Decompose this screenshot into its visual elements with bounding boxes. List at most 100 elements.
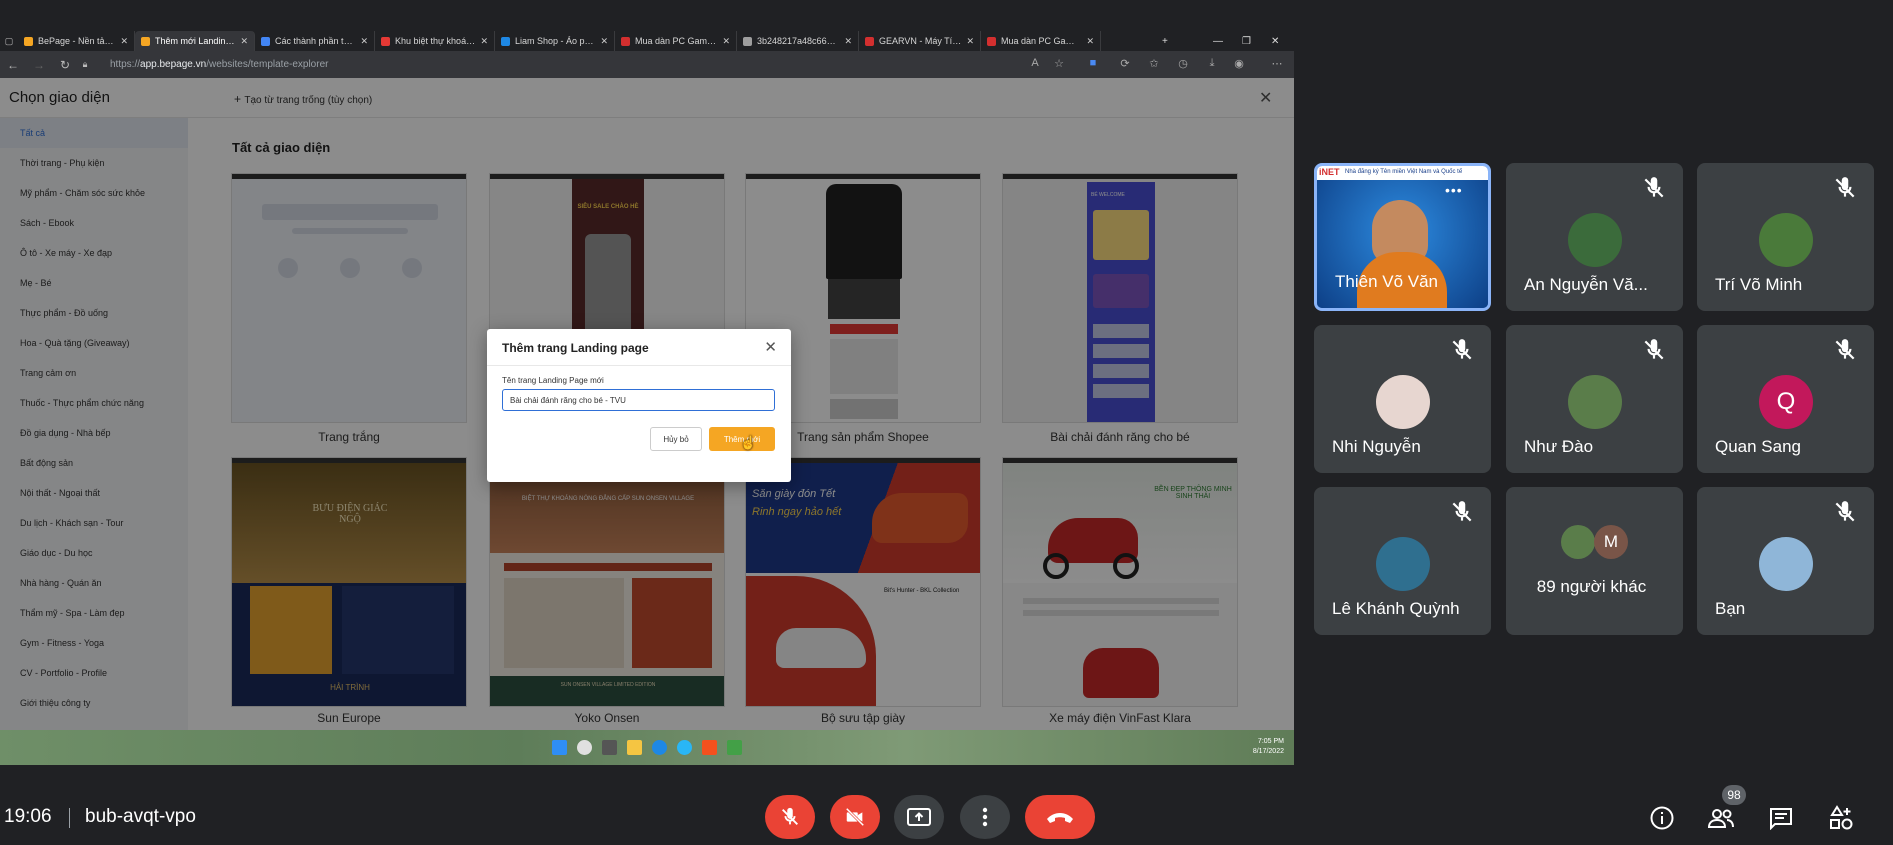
dialog-title: Thêm trang Landing page — [502, 341, 649, 355]
close-tab-icon[interactable]: ✕ — [600, 36, 608, 47]
favicon-icon — [24, 36, 33, 46]
tab-label: Khu biệt thự khoáng n — [395, 36, 476, 46]
telegram-icon[interactable] — [677, 740, 692, 755]
new-tab-button[interactable]: + — [1162, 31, 1168, 51]
webpage: Chọn giao diện + Tạo từ trang trống (tùy… — [0, 78, 1294, 730]
meeting-time: 19:06 — [4, 806, 52, 827]
collections-icon[interactable]: ✩ — [1147, 57, 1161, 71]
more-options-icon[interactable]: ••• — [1445, 182, 1473, 198]
favicon-icon — [381, 36, 390, 46]
more-vert-icon[interactable] — [960, 795, 1010, 839]
field-label: Tên trang Landing Page mới — [502, 376, 604, 385]
participant-tile[interactable]: Trí Võ Minh — [1697, 163, 1874, 311]
chat-icon[interactable] — [1767, 804, 1795, 832]
favicon-icon — [865, 36, 874, 46]
avatar — [1759, 213, 1813, 267]
close-tab-icon[interactable]: ✕ — [240, 36, 248, 47]
mic-off-icon — [1641, 337, 1667, 363]
participant-name: Bạn — [1715, 599, 1746, 618]
browser-tab[interactable]: GEARVN - Máy Tính C ✕ — [859, 31, 981, 51]
close-tab-icon[interactable]: ✕ — [360, 36, 368, 47]
end-call-icon[interactable] — [1025, 795, 1095, 839]
browser-tab[interactable]: Liam Shop - Áo phông ✕ — [495, 31, 615, 51]
mic-off-icon — [1641, 175, 1667, 201]
windows-start-icon[interactable] — [552, 740, 567, 755]
mic-off-icon — [1832, 337, 1858, 363]
history-icon[interactable]: ◷ — [1176, 57, 1190, 71]
tab-label: Mua dàn PC Gaming — [635, 36, 718, 46]
info-icon[interactable] — [1648, 804, 1676, 832]
clock-date: 8/17/2022 — [1252, 748, 1284, 755]
close-tab-icon[interactable]: ✕ — [844, 36, 852, 47]
close-window-icon[interactable]: ✕ — [1271, 31, 1279, 51]
camera-off-icon[interactable] — [830, 795, 880, 839]
meet-window: ▢ BePage - Nền tảng thi✕Thêm mới Landing… — [0, 0, 1893, 845]
close-tab-icon[interactable]: ✕ — [722, 36, 730, 47]
tab-label: Các thành phần trong — [275, 36, 356, 46]
browser-tab[interactable]: Các thành phần trong ✕ — [255, 31, 375, 51]
browser-tab[interactable]: Mua dàn PC Gaming ✕ — [981, 31, 1101, 51]
url-text[interactable]: https://app.bepage.vn/websites/template-… — [110, 59, 328, 70]
participant-tile[interactable]: An Nguyễn Vă... — [1506, 163, 1683, 311]
browser-tab[interactable]: Khu biệt thự khoáng n ✕ — [375, 31, 495, 51]
meeting-code: bub-avqt-vpo — [85, 806, 196, 827]
edge-icon[interactable] — [652, 740, 667, 755]
browser-tab[interactable]: Thêm mới Landing pa ✕ — [135, 31, 255, 51]
mic-off-icon — [1832, 499, 1858, 525]
shared-screen: ▢ BePage - Nền tảng thi✕Thêm mới Landing… — [0, 0, 1294, 765]
search-icon[interactable] — [577, 740, 592, 755]
participant-name: Thiên Võ Văn — [1335, 272, 1439, 291]
participant-tile[interactable]: M 89 người khác — [1506, 487, 1683, 635]
browser-tab[interactable]: Mua dàn PC Gaming ✕ — [615, 31, 737, 51]
cancel-button[interactable]: Hủy bỏ — [650, 427, 702, 451]
participant-tile[interactable]: Q Quan Sang — [1697, 325, 1874, 473]
close-icon[interactable]: ✕ — [764, 338, 777, 356]
taskbar-clock[interactable]: 7:05 PM 8/17/2022 — [1253, 737, 1284, 757]
participant-tile[interactable]: Bạn — [1697, 487, 1874, 635]
extension-icon[interactable]: ■ — [1086, 57, 1100, 71]
video-banner-text: Nhà đăng ký Tên miền Việt Nam và Quốc tế — [1345, 169, 1463, 175]
minimize-icon[interactable]: — — [1213, 31, 1223, 51]
tab-label: Mua dàn PC Gaming — [1001, 36, 1082, 46]
window-icon[interactable]: ▢ — [0, 36, 18, 47]
participant-tile[interactable]: Lê Khánh Quỳnh — [1314, 487, 1491, 635]
app-icon[interactable] — [702, 740, 717, 755]
avatar — [1376, 537, 1430, 591]
participant-tile[interactable]: Nhi Nguyễn — [1314, 325, 1491, 473]
activities-icon[interactable] — [1827, 804, 1855, 832]
clock-time: 7:05 PM — [1257, 738, 1284, 745]
read-aloud-icon[interactable]: A — [1028, 57, 1042, 71]
tab-label: Thêm mới Landing pa — [155, 36, 236, 46]
participant-name: An Nguyễn Vă... — [1524, 275, 1648, 294]
present-icon[interactable] — [894, 795, 944, 839]
pointer-cursor-icon: ☝ — [740, 435, 757, 450]
browser-tab[interactable]: BePage - Nền tảng thi ✕ — [18, 31, 135, 51]
reload-icon[interactable]: ↻ — [52, 58, 78, 72]
avatar — [1376, 375, 1430, 429]
download-icon[interactable]: ⤓ — [1205, 57, 1219, 71]
app-icon[interactable] — [727, 740, 742, 755]
browser-tabstrip: ▢ BePage - Nền tảng thi✕Thêm mới Landing… — [0, 31, 1294, 51]
mic-off-icon[interactable] — [765, 795, 815, 839]
add-landing-page-dialog: Thêm trang Landing page ✕ Tên trang Land… — [487, 329, 791, 482]
forward-icon[interactable]: → — [26, 58, 52, 72]
close-tab-icon[interactable]: ✕ — [480, 36, 488, 47]
close-tab-icon[interactable]: ✕ — [120, 36, 128, 47]
browser-tab[interactable]: 3b248217a48c66d23 ✕ — [737, 31, 859, 51]
file-explorer-icon[interactable] — [627, 740, 642, 755]
favorite-icon[interactable]: ☆ — [1052, 57, 1066, 71]
close-tab-icon[interactable]: ✕ — [1086, 36, 1094, 47]
participant-tile[interactable]: Như Đào — [1506, 325, 1683, 473]
people-icon[interactable] — [1707, 804, 1735, 832]
avatar — [1568, 213, 1622, 267]
participant-name: 89 người khác — [1536, 577, 1647, 596]
refresh-ext-icon[interactable]: ⟳ — [1118, 57, 1132, 71]
back-icon[interactable]: ← — [0, 58, 26, 72]
task-view-icon[interactable] — [602, 740, 617, 755]
profile-icon[interactable]: ◉ — [1232, 57, 1246, 71]
participant-tile[interactable]: iNET Nhà đăng ký Tên miền Việt Nam và Quố… — [1314, 163, 1491, 311]
restore-icon[interactable]: ❐ — [1242, 31, 1251, 51]
close-tab-icon[interactable]: ✕ — [966, 36, 974, 47]
landing-page-name-input[interactable] — [502, 389, 775, 411]
menu-dots-icon[interactable]: ⋯ — [1270, 57, 1284, 71]
